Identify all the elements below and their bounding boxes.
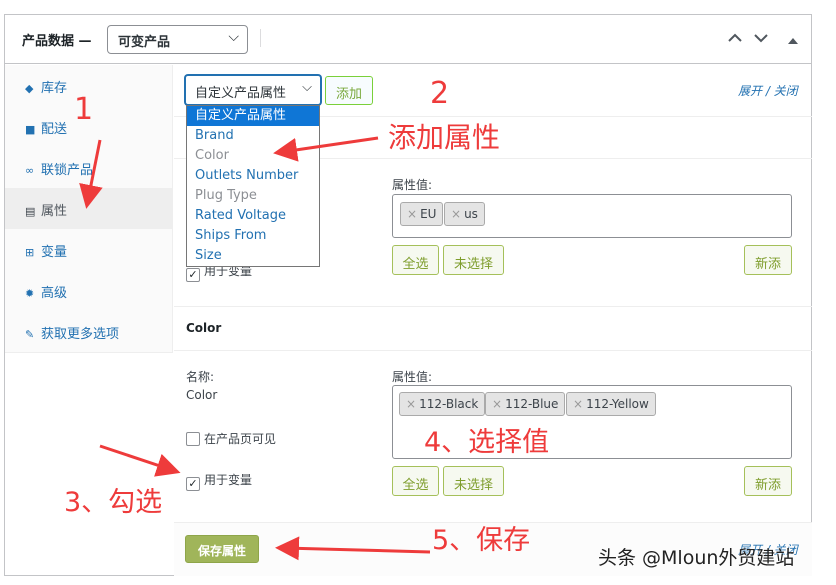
annotation-arrow-3	[99, 444, 181, 477]
annotation-step-3: 3、勾选	[64, 487, 163, 518]
annotation-add-attribute: 添加属性	[388, 121, 501, 154]
watermark: 头条 @Mloun外贸建站	[598, 547, 795, 569]
annotation-step-4: 4、选择值	[424, 427, 550, 458]
annotation-arrow-5	[275, 536, 431, 561]
annotation-number-1: 1	[74, 92, 94, 127]
annotation-arrow-1	[79, 139, 103, 209]
annotation-arrow-2	[273, 136, 379, 162]
annotation-number-2: 2	[430, 76, 450, 111]
annotation-step-5: 5、保存	[432, 525, 531, 556]
